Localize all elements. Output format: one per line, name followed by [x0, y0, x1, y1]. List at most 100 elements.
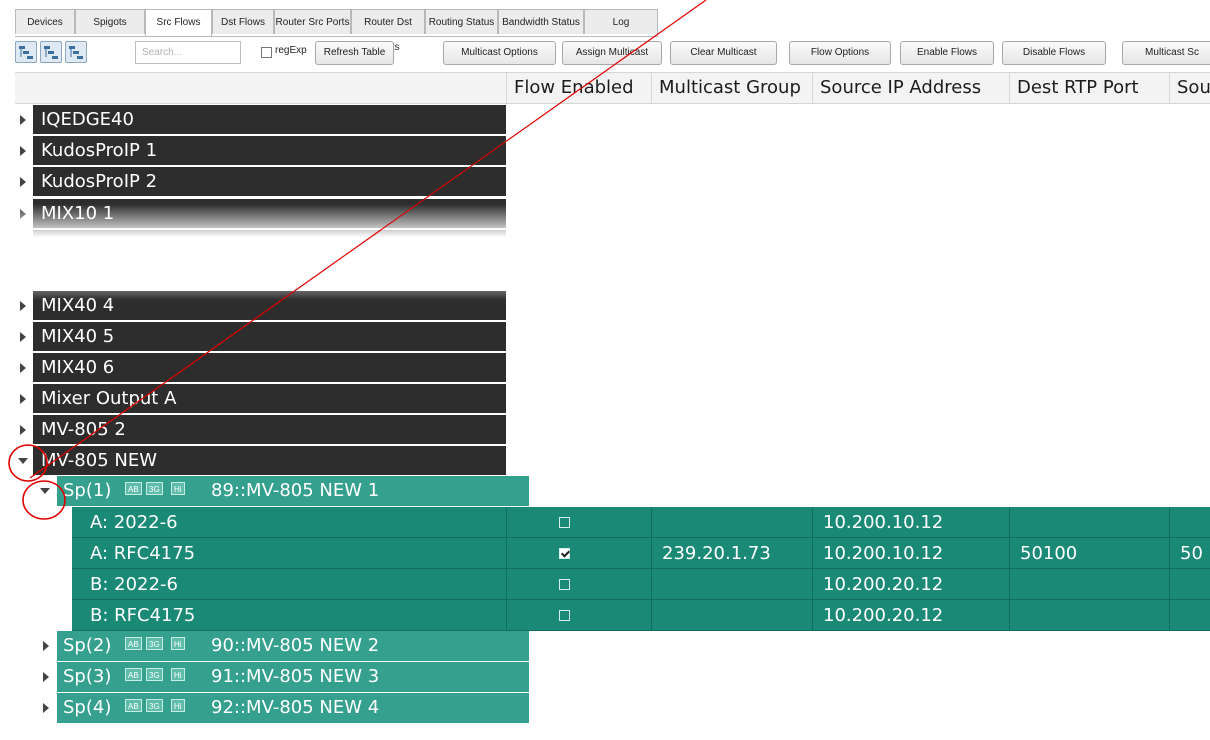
- flow-src-port-cell: [1169, 507, 1210, 538]
- flow-dest-rtp-cell: [1009, 507, 1169, 538]
- badge-hi: Hi: [171, 668, 185, 681]
- tab-bar: Devices Spigots Src Flows Dst Flows Router S…: [15, 9, 658, 53]
- assign-multicast-button[interactable]: Assign Multicast: [562, 41, 662, 65]
- spigot-name: 89::MV-805 NEW 1: [211, 480, 380, 501]
- expand-arrow-icon[interactable]: [20, 177, 26, 187]
- badge-3g: 3G: [146, 482, 163, 495]
- flow-enabled-cell: [506, 507, 651, 538]
- column-header-dest-rtp-port[interactable]: Dest RTP Port: [1009, 73, 1169, 103]
- multicast-sc-button[interactable]: Multicast Sc: [1122, 41, 1210, 65]
- regexp-checkbox[interactable]: [261, 47, 272, 58]
- device-label: MIX40 5: [41, 326, 115, 347]
- tab-router-dst-ports[interactable]: Router Dst Ports: [351, 9, 425, 53]
- clear-multicast-button[interactable]: Clear Multicast: [670, 41, 777, 65]
- column-header-flow-enabled[interactable]: Flow Enabled: [506, 73, 651, 103]
- expand-arrow-icon[interactable]: [20, 301, 26, 311]
- device-row[interactable]: KudosProIP 2: [15, 166, 506, 197]
- flow-dest-rtp-cell: [1009, 569, 1169, 600]
- flow-enabled-cell: [506, 538, 651, 569]
- tab-router-src-ports[interactable]: Router Src Ports: [274, 9, 351, 34]
- spigot-label: Sp(1): [63, 480, 112, 501]
- expand-arrow-icon[interactable]: [20, 425, 26, 435]
- flow-options-button[interactable]: Flow Options: [789, 41, 891, 65]
- device-row[interactable]: Mixer Output A: [15, 383, 506, 414]
- refresh-table-button[interactable]: Refresh Table: [315, 41, 394, 65]
- spigot-row[interactable]: Sp(4) AB 3G Hi 92::MV-805 NEW 4: [15, 693, 1210, 723]
- device-row[interactable]: IQEDGE40: [15, 104, 506, 135]
- expand-arrow-icon[interactable]: [43, 672, 49, 682]
- spigot-name: 90::MV-805 NEW 2: [211, 635, 380, 656]
- column-header-row: Flow Enabled Multicast Group Source IP Add…: [15, 72, 1210, 104]
- flow-row[interactable]: B: 2022-6 10.200.20.12: [15, 569, 1210, 600]
- expand-arrow-icon[interactable]: [20, 115, 26, 125]
- tab-src-flows[interactable]: Src Flows: [145, 9, 212, 36]
- badge-hi: Hi: [171, 482, 185, 495]
- flow-src-ip-cell: 10.200.10.12: [812, 507, 1009, 538]
- spigot-name: 92::MV-805 NEW 4: [211, 697, 380, 718]
- scroll-fade-overlay: [15, 204, 1210, 300]
- device-label: MV-805 2: [41, 419, 126, 440]
- flow-multicast-cell: 239.20.1.73: [651, 538, 812, 569]
- tab-log[interactable]: Log: [584, 9, 658, 34]
- flow-label: B: RFC4175: [90, 605, 196, 626]
- tree-collapse-icon[interactable]: [15, 41, 37, 63]
- tree-expand-icon[interactable]: [40, 41, 62, 63]
- expand-arrow-icon[interactable]: [20, 394, 26, 404]
- disable-flows-button[interactable]: Disable Flows: [1002, 41, 1106, 65]
- column-header-source-ip-address[interactable]: Source IP Address: [812, 73, 1009, 103]
- collapse-arrow-icon[interactable]: [40, 488, 50, 494]
- flow-src-port-cell: 50: [1169, 538, 1210, 569]
- device-row[interactable]: MIX40 6: [15, 352, 506, 383]
- device-label: MIX40 6: [41, 357, 115, 378]
- device-row[interactable]: KudosProIP 1: [15, 135, 506, 166]
- flow-row[interactable]: A: RFC4175 239.20.1.73 10.200.10.12 50100 50: [15, 538, 1210, 569]
- badge-hi: Hi: [171, 637, 185, 650]
- collapse-arrow-icon[interactable]: [18, 458, 28, 464]
- multicast-options-button[interactable]: Multicast Options: [443, 41, 556, 65]
- spigot-row[interactable]: Sp(2) AB 3G Hi 90::MV-805 NEW 2: [15, 631, 1210, 661]
- flow-src-ip-cell: 10.200.20.12: [812, 600, 1009, 631]
- spigot-label: Sp(2): [63, 635, 112, 656]
- flow-row[interactable]: A: 2022-6 10.200.10.12: [15, 507, 1210, 538]
- badge-3g: 3G: [146, 699, 163, 712]
- spigot-row[interactable]: Sp(3) AB 3G Hi 91::MV-805 NEW 3: [15, 662, 1210, 692]
- flow-label: A: 2022-6: [90, 512, 178, 533]
- flow-dest-rtp-cell: [1009, 600, 1169, 631]
- search-input[interactable]: Search...: [135, 41, 241, 64]
- device-label: IQEDGE40: [41, 109, 134, 130]
- tab-devices[interactable]: Devices: [15, 9, 75, 34]
- expand-arrow-icon[interactable]: [43, 641, 49, 651]
- spigot-row[interactable]: Sp(1) AB 3G Hi 89::MV-805 NEW 1: [15, 476, 1210, 506]
- flow-enabled-checkbox[interactable]: [559, 579, 570, 590]
- expand-arrow-icon[interactable]: [20, 332, 26, 342]
- tree-expand-all-icon[interactable]: [65, 41, 87, 63]
- tab-spigots[interactable]: Spigots: [75, 9, 145, 34]
- expand-arrow-icon[interactable]: [43, 703, 49, 713]
- device-row[interactable]: MV-805 NEW: [15, 445, 506, 476]
- expand-arrow-icon[interactable]: [20, 363, 26, 373]
- flow-src-port-cell: [1169, 569, 1210, 600]
- device-row[interactable]: MV-805 2: [15, 414, 506, 445]
- expand-arrow-icon[interactable]: [20, 146, 26, 156]
- column-header-multicast-group[interactable]: Multicast Group: [651, 73, 812, 103]
- flow-src-port-cell: [1169, 600, 1210, 631]
- device-label: Mixer Output A: [41, 388, 177, 409]
- enable-flows-button[interactable]: Enable Flows: [900, 41, 994, 65]
- spigot-label: Sp(3): [63, 666, 112, 687]
- device-label: KudosProIP 1: [41, 140, 158, 161]
- badge-ab: AB: [125, 637, 142, 650]
- flow-enabled-checkbox[interactable]: [559, 610, 570, 621]
- flow-enabled-checkbox[interactable]: [559, 517, 570, 528]
- column-header-sou[interactable]: Sou: [1169, 73, 1210, 103]
- device-row[interactable]: MIX40 5: [15, 321, 506, 352]
- toolbar: Search... regExp Refresh Table Multicast …: [15, 40, 1210, 66]
- tab-bandwidth-status[interactable]: Bandwidth Status: [498, 9, 584, 34]
- flow-row[interactable]: B: RFC4175 10.200.20.12: [15, 600, 1210, 631]
- search-placeholder: Search...: [142, 47, 183, 58]
- regexp-label: regExp: [275, 45, 307, 56]
- flow-enabled-checkbox[interactable]: [559, 548, 570, 559]
- flow-src-ip-cell: 10.200.10.12: [812, 538, 1009, 569]
- tab-dst-flows[interactable]: Dst Flows: [212, 9, 274, 34]
- flow-label: A: RFC4175: [90, 543, 196, 564]
- tab-routing-status[interactable]: Routing Status: [425, 9, 498, 34]
